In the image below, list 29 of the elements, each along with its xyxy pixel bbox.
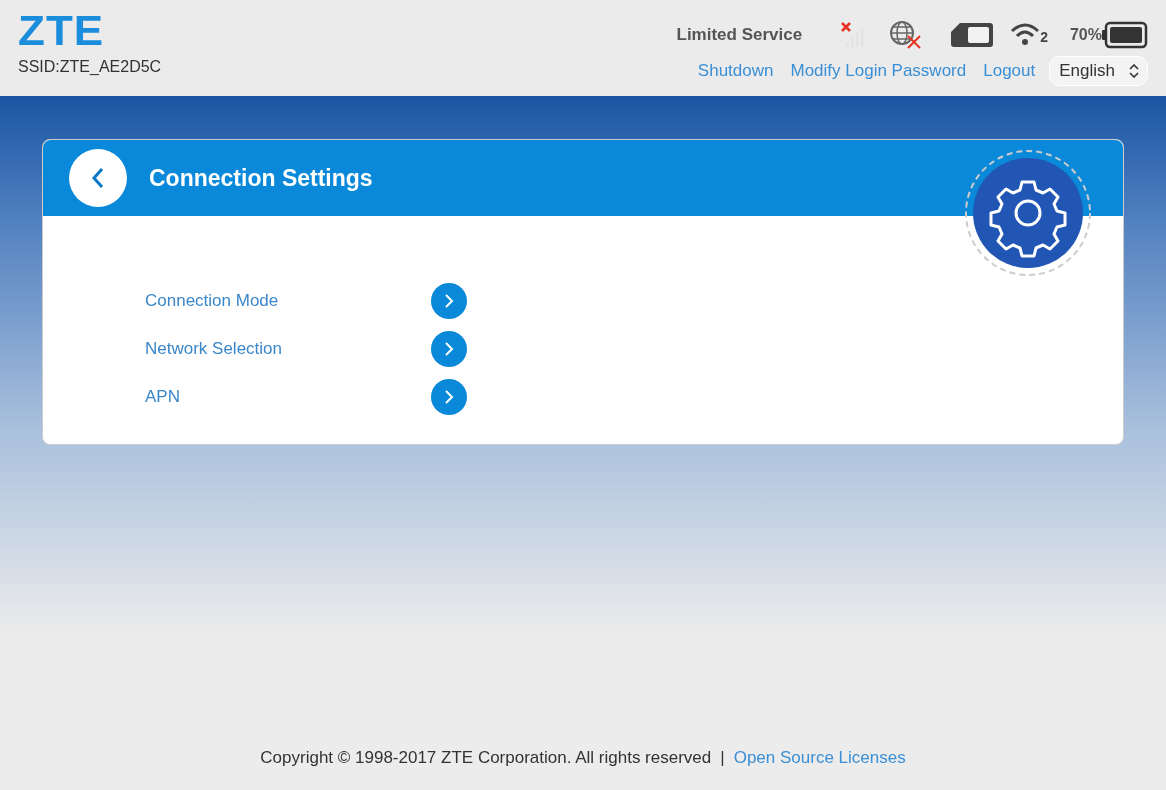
separator: | [720,746,725,769]
chevron-right-icon [444,389,454,405]
chevron-left-icon [91,167,105,189]
settings-menu-item[interactable]: APN [145,384,431,410]
chevron-right-icon [444,341,454,357]
battery-percent: 70% [1069,25,1102,45]
chevron-right-icon [444,293,454,309]
wifi-client-count: 2 [1040,28,1048,47]
header-link[interactable]: Modify Login Password [790,58,967,84]
back-button[interactable] [69,149,127,207]
settings-menu-item[interactable]: Connection Mode [145,288,431,314]
header-link[interactable]: Shutdown [697,58,774,84]
battery-icon [1102,21,1148,49]
page-title: Connection Settings [149,163,373,193]
chevron-right-button[interactable] [431,283,467,319]
settings-icon [964,149,1092,277]
copyright-text: Copyright © 1998-2017 ZTE Corporation. All rights reserved [260,746,712,769]
chevron-right-button[interactable] [431,331,467,367]
settings-menu-item[interactable]: Network Selection [145,336,431,362]
logo: ZTE [18,9,106,53]
ssid-label: SSID:ZTE_AE2D5C [18,58,162,76]
network-status: Limited Service [676,24,803,47]
header-link[interactable]: Logout [983,58,1036,84]
open-source-licenses-link[interactable]: Open Source Licenses [733,744,906,770]
language-select[interactable]: English [1049,56,1148,86]
chevron-right-button[interactable] [431,379,467,415]
wifi-icon [1010,22,1041,48]
sim-card-icon [950,22,995,48]
updown-caret-icon [1129,64,1139,78]
